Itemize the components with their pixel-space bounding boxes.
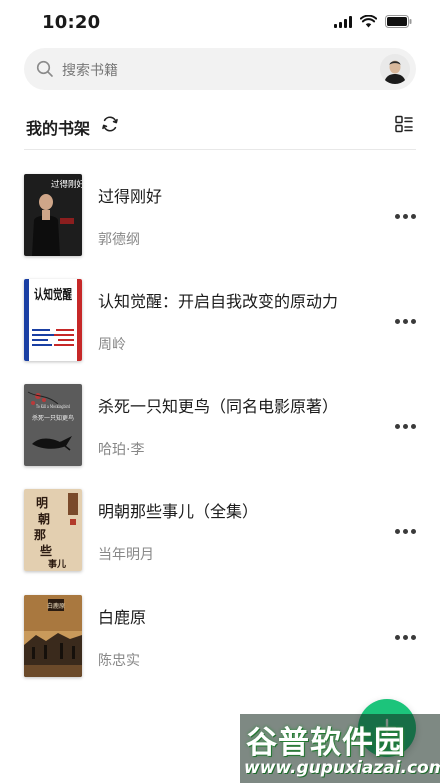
book-author: 陈忠实 — [98, 653, 140, 669]
book-title: 认知觉醒：开启自我改变的原动力 — [98, 292, 339, 311]
status-time: 10:20 — [42, 12, 101, 33]
status-bar: 10:20 — [0, 0, 440, 46]
more-button[interactable] — [388, 206, 422, 226]
book-author: 周岭 — [98, 337, 126, 353]
book-title: 过得刚好 — [98, 187, 163, 206]
sync-icon[interactable] — [100, 114, 120, 134]
more-icon — [394, 423, 400, 429]
book-cover[interactable]: To Kill a Mockingbird 杀死一只知更鸟 — [24, 384, 82, 466]
search-bar[interactable]: 搜索书籍 — [24, 48, 416, 90]
avatar-image — [380, 54, 410, 84]
book-cover[interactable]: 过得刚好 — [24, 174, 82, 256]
book-author: 当年明月 — [98, 547, 154, 563]
book-item[interactable]: 过得刚好 过得刚好 郭德纲 — [0, 174, 440, 280]
book-cover[interactable]: 认知觉醒 — [24, 279, 82, 361]
battery-icon — [385, 15, 412, 28]
search-icon — [36, 60, 53, 77]
search-input[interactable]: 搜索书籍 — [62, 60, 118, 80]
shelf-title: 我的书架 — [26, 119, 91, 138]
shelf-header: 我的书架 — [24, 108, 416, 148]
book-author: 郭德纲 — [98, 232, 140, 248]
more-button[interactable] — [388, 521, 422, 541]
cover-title: 过得刚好 — [51, 179, 82, 190]
more-button[interactable] — [388, 627, 422, 647]
cover-title: 杀死一只知更鸟 — [32, 414, 74, 422]
header-divider — [24, 149, 416, 150]
watermark: 谷普软件园 www.gupuxiazai.com — [240, 714, 440, 783]
more-button[interactable] — [388, 416, 422, 436]
watermark-url: www.gupuxiazai.com — [244, 758, 440, 778]
watermark-logo: 谷普软件园 — [246, 725, 406, 761]
more-icon — [394, 213, 400, 219]
book-item[interactable]: To Kill a Mockingbird 杀死一只知更鸟 杀死一只知更鸟（同名… — [0, 384, 440, 490]
more-icon — [394, 634, 400, 640]
cover-title: 认知觉醒 — [34, 287, 72, 303]
cover-subtitle: To Kill a Mockingbird — [36, 404, 70, 410]
cover-title: 白鹿原 — [47, 602, 65, 610]
status-icons — [334, 15, 412, 28]
wifi-icon — [360, 15, 377, 28]
more-icon — [394, 528, 400, 534]
book-title: 白鹿原 — [98, 608, 147, 627]
list-view-icon[interactable] — [394, 114, 414, 134]
book-title: 杀死一只知更鸟（同名电影原著） — [98, 397, 339, 416]
book-title: 明朝那些事儿（全集） — [98, 502, 259, 521]
more-icon — [394, 318, 400, 324]
avatar[interactable] — [380, 54, 410, 84]
book-cover[interactable]: 白鹿原 — [24, 595, 82, 677]
more-button[interactable] — [388, 311, 422, 331]
book-item[interactable]: 明朝那些事儿 明朝那些事儿（全集） 当年明月 — [0, 489, 440, 595]
signal-icon — [334, 15, 352, 28]
book-author: 哈珀·李 — [98, 442, 145, 458]
book-cover[interactable]: 明朝那些事儿 — [24, 489, 82, 571]
book-item[interactable]: 白鹿原 白鹿原 陈忠实 — [0, 595, 440, 701]
book-item[interactable]: 认知觉醒 认知觉醒：开启自我改变的原动力 周岭 — [0, 279, 440, 385]
